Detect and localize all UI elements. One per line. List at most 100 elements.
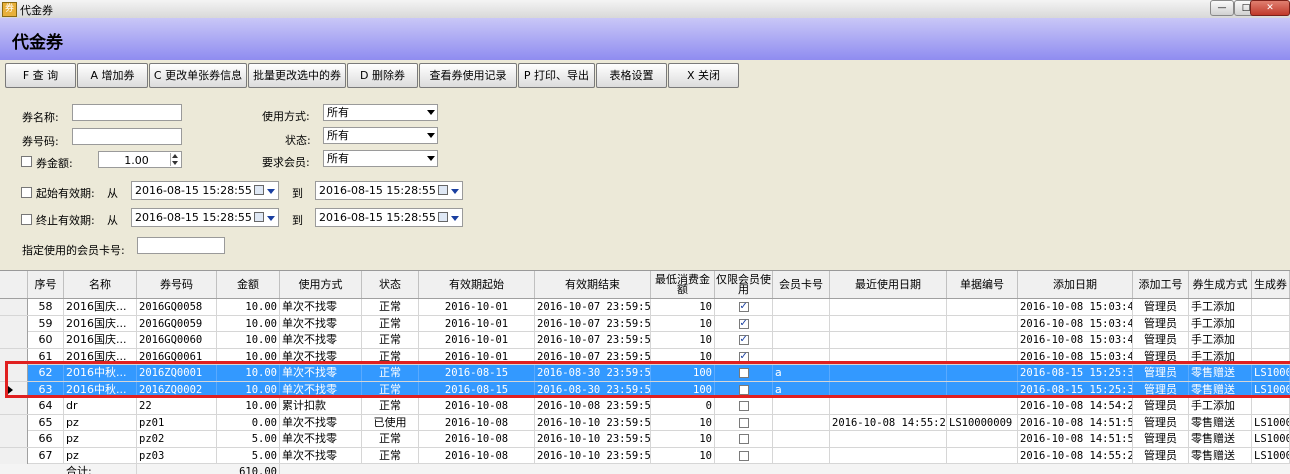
calendar-icon[interactable]	[438, 212, 448, 222]
cell-gen-doc	[1252, 398, 1290, 414]
print-export-button[interactable]: P 打印、导出	[518, 63, 595, 88]
close-window-button[interactable]: ✕	[1250, 0, 1290, 16]
start-from-date[interactable]: 2016-08-15 15:28:55	[131, 181, 279, 200]
code-input[interactable]	[72, 128, 182, 145]
add-voucher-button[interactable]: A 增加券	[77, 63, 148, 88]
column-header-code[interactable]: 券号码	[137, 271, 217, 298]
cell-code: 2016GQ0059	[137, 315, 217, 332]
query-button[interactable]: F 查 询	[5, 63, 76, 88]
chevron-down-icon[interactable]	[451, 189, 459, 194]
column-header-status[interactable]: 状态	[362, 271, 419, 298]
cell-valid-start: 2016-10-08	[419, 431, 535, 447]
row-selector[interactable]	[0, 398, 28, 414]
row-selector[interactable]	[0, 414, 28, 431]
end-to-label: 到	[292, 214, 303, 227]
cell-member-only[interactable]	[715, 299, 773, 315]
table-row[interactable]: 64 dr 22 10.00 累计扣款 正常 2016-10-08 2016-10-08 23…	[0, 398, 1290, 415]
checkbox[interactable]	[738, 332, 749, 348]
chevron-down-icon[interactable]	[267, 216, 275, 221]
checkbox[interactable]	[738, 316, 749, 332]
card-input[interactable]	[137, 237, 225, 254]
cell-member-card	[773, 447, 830, 464]
page-title: 代金券	[12, 33, 63, 53]
column-header-doc-no[interactable]: 单据编号	[947, 271, 1018, 298]
view-usage-button[interactable]: 查看券使用记录	[419, 63, 517, 88]
cell-valid-start: 2016-10-08	[419, 414, 535, 431]
checkbox[interactable]	[738, 434, 749, 444]
column-header-min-spend[interactable]: 最低消费金额	[651, 271, 715, 298]
end-from-value: 2016-08-15 15:28:55	[135, 211, 252, 224]
end-to-date[interactable]: 2016-08-15 15:28:55	[315, 208, 463, 227]
chevron-down-icon	[427, 156, 435, 161]
minimize-button[interactable]: —	[1210, 0, 1234, 16]
table-row[interactable]: 65 pz pz01 0.00 单次不找零 已使用 2016-10-08 2016-10-10…	[0, 414, 1290, 431]
calendar-icon[interactable]	[438, 185, 448, 195]
cell-last-used	[830, 447, 947, 464]
end-from-label: 从	[107, 214, 118, 227]
column-header-operator[interactable]: 添加工号	[1133, 271, 1189, 298]
column-header-valid-end[interactable]: 有效期结束	[535, 271, 651, 298]
close-button[interactable]: X 关闭	[668, 63, 739, 88]
cell-member-only[interactable]	[715, 414, 773, 431]
cell-gen-method: 零售赠送	[1189, 447, 1252, 464]
column-header-usage[interactable]: 使用方式	[280, 271, 362, 298]
cell-member-only[interactable]	[715, 431, 773, 447]
usage-select[interactable]: 所有	[323, 104, 438, 121]
end-to-value: 2016-08-15 15:28:55	[319, 211, 436, 224]
start-to-date[interactable]: 2016-08-15 15:28:55	[315, 181, 463, 200]
amount-stepper[interactable]: 1.00	[98, 151, 182, 168]
checkbox[interactable]	[738, 349, 749, 365]
checkbox[interactable]	[738, 401, 749, 411]
status-select[interactable]: 所有	[323, 127, 438, 144]
row-selector[interactable]	[0, 431, 28, 447]
checkbox[interactable]	[738, 299, 749, 315]
batch-edit-button[interactable]: 批量更改选中的券	[248, 63, 346, 88]
spin-icon[interactable]	[170, 153, 180, 166]
cell-member-only[interactable]	[715, 315, 773, 332]
cell-gen-doc: LS1000	[1254, 414, 1290, 431]
column-header-amount[interactable]: 金额	[217, 271, 280, 298]
end-from-date[interactable]: 2016-08-15 15:28:55	[131, 208, 279, 227]
chevron-down-icon[interactable]	[267, 189, 275, 194]
table-row[interactable]: 66 pz pz02 5.00 单次不找零 正常 2016-10-08 2016-10-10 …	[0, 431, 1290, 448]
column-header-seq[interactable]: 序号	[28, 271, 64, 298]
chevron-down-icon[interactable]	[451, 216, 459, 221]
row-selector[interactable]	[0, 447, 28, 464]
code-label: 券号码:	[22, 135, 59, 148]
column-header-member-only[interactable]: 仅限会员使用	[715, 271, 773, 298]
row-selector[interactable]	[0, 332, 28, 348]
table-settings-button[interactable]: 表格设置	[596, 63, 667, 88]
column-header-added-date[interactable]: 添加日期	[1018, 271, 1133, 298]
cell-member-only[interactable]	[715, 332, 773, 348]
start-valid-checkbox[interactable]	[21, 187, 32, 198]
column-header-name[interactable]: 名称	[64, 271, 137, 298]
column-header-last-used[interactable]: 最近使用日期	[830, 271, 947, 298]
checkbox[interactable]	[738, 450, 749, 461]
cell-last-used	[830, 431, 947, 447]
column-header-member-card[interactable]: 会员卡号	[773, 271, 830, 298]
delete-voucher-button[interactable]: D 删除券	[347, 63, 418, 88]
edit-voucher-button[interactable]: C 更改单张券信息	[149, 63, 247, 88]
calendar-icon[interactable]	[254, 185, 264, 195]
column-header-gen-method[interactable]: 券生成方式	[1189, 271, 1252, 298]
table-row[interactable]: 67 pz pz03 5.00 单次不找零 正常 2016-10-08 2016-10-10 …	[0, 447, 1290, 464]
table-row[interactable]: 60 2016国庆... 2016GQ0060 10.00 单次不找零 正常 2016-10…	[0, 332, 1290, 349]
table-row[interactable]: 58 2016国庆... 2016GQ0058 10.00 单次不找零 正常 2016-10…	[0, 299, 1290, 316]
calendar-icon[interactable]	[254, 212, 264, 222]
table-row[interactable]: 59 2016国庆... 2016GQ0059 10.00 单次不找零 正常 2016-10…	[0, 315, 1290, 332]
column-header-valid-start[interactable]: 有效期起始	[419, 271, 535, 298]
amount-checkbox[interactable]	[21, 156, 32, 167]
cell-doc-no	[947, 315, 1018, 332]
cell-status: 正常	[362, 447, 419, 464]
row-selector[interactable]	[0, 315, 28, 332]
cell-member-only[interactable]	[715, 447, 773, 464]
name-input[interactable]	[72, 104, 182, 121]
toolbar: F 查 询 A 增加券 C 更改单张券信息 批量更改选中的券 D 删除券 查看券…	[0, 60, 1290, 90]
row-selector[interactable]	[0, 299, 28, 315]
column-header-gen-doc[interactable]: 生成券	[1252, 271, 1290, 298]
end-valid-checkbox[interactable]	[21, 214, 32, 225]
member-select[interactable]: 所有	[323, 150, 438, 167]
cell-seq: 64	[28, 398, 64, 414]
cell-member-only[interactable]	[715, 398, 773, 414]
checkbox[interactable]	[738, 417, 749, 428]
